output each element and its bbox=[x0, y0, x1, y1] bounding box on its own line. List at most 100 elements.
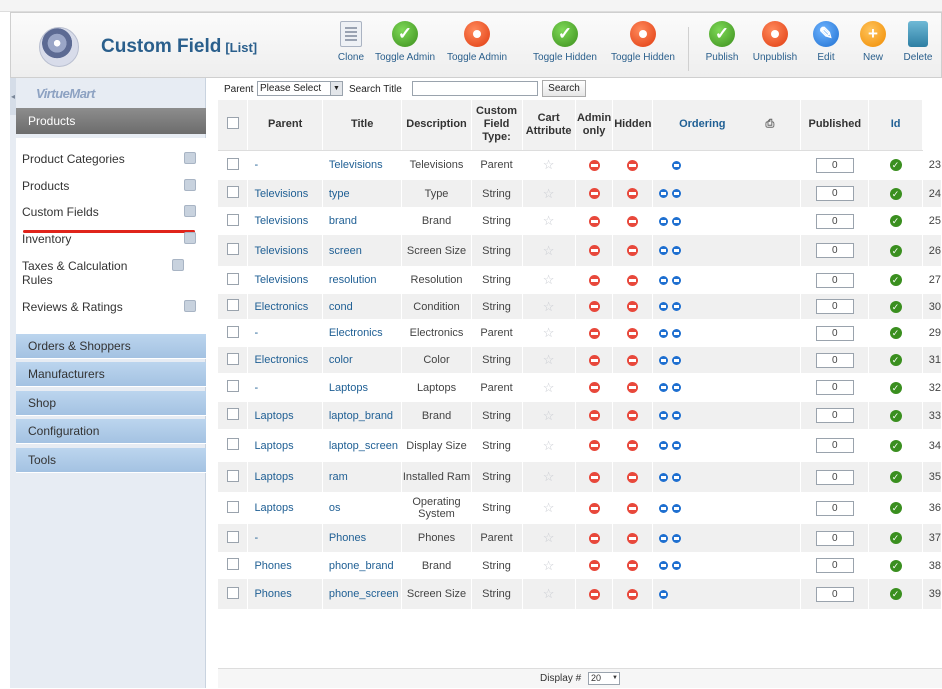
title-link[interactable]: laptop_brand bbox=[329, 410, 393, 422]
toggle-hidden-off-button[interactable]: Toggle Hidden bbox=[609, 21, 677, 75]
header-ordering[interactable]: Ordering ⎙ bbox=[652, 100, 802, 151]
title-link[interactable]: phone_brand bbox=[329, 560, 394, 572]
save-order-icon[interactable]: ⎙ bbox=[766, 118, 775, 130]
move-down-icon[interactable] bbox=[672, 503, 682, 513]
sidebar-item-taxes[interactable]: Taxes & Calculation Rules bbox=[22, 259, 152, 287]
ordering-input[interactable]: 0 bbox=[815, 243, 854, 258]
published-check-icon[interactable]: ✓ bbox=[889, 187, 902, 200]
table-row[interactable]: Phones phone_screen Screen Size String ☆ 0 ✓ 39 bbox=[218, 579, 942, 609]
parent-select[interactable]: Please Select ▼ bbox=[257, 81, 343, 96]
no-entry-icon[interactable] bbox=[588, 245, 600, 257]
table-row[interactable]: Laptops laptop_brand Brand String ☆ 0 ✓ 33 bbox=[218, 402, 942, 429]
move-up-icon[interactable] bbox=[659, 533, 669, 543]
table-row[interactable]: Laptops ram Installed Ram String ☆ 0 ✓ 35 bbox=[218, 462, 942, 492]
new-button[interactable]: + New bbox=[858, 21, 888, 75]
star-icon[interactable]: ☆ bbox=[543, 213, 555, 228]
title-link[interactable]: os bbox=[329, 502, 341, 514]
header-cart-attribute[interactable]: Cart Attribute bbox=[522, 100, 576, 151]
published-check-icon[interactable]: ✓ bbox=[889, 215, 902, 227]
parent-link[interactable]: Televisions bbox=[254, 215, 308, 227]
move-up-icon[interactable] bbox=[659, 302, 669, 312]
move-up-icon[interactable] bbox=[659, 411, 669, 421]
no-entry-icon[interactable] bbox=[627, 410, 639, 422]
toggle-admin-off-button[interactable]: Toggle Admin bbox=[447, 21, 507, 75]
parent-link[interactable]: - bbox=[254, 382, 258, 394]
sidebar-section-products[interactable]: Products bbox=[16, 108, 206, 134]
header-hidden[interactable]: Hidden bbox=[612, 100, 654, 151]
no-entry-icon[interactable] bbox=[588, 301, 600, 313]
row-checkbox[interactable] bbox=[226, 530, 239, 543]
move-down-icon[interactable] bbox=[672, 383, 682, 393]
move-up-icon[interactable] bbox=[659, 441, 669, 451]
title-link[interactable]: color bbox=[329, 354, 353, 366]
header-title[interactable]: Title bbox=[322, 100, 403, 151]
parent-link[interactable]: Phones bbox=[254, 560, 291, 572]
title-link[interactable]: laptop_screen bbox=[329, 440, 398, 452]
no-entry-icon[interactable] bbox=[588, 471, 600, 483]
star-icon[interactable]: ☆ bbox=[543, 558, 555, 573]
sidebar-item-product-categories[interactable]: Product Categories bbox=[22, 152, 202, 166]
move-up-icon[interactable] bbox=[659, 189, 669, 199]
sidebar-item-custom-fields[interactable]: Custom Fields bbox=[22, 205, 202, 219]
no-entry-icon[interactable] bbox=[588, 410, 600, 422]
display-count-select[interactable]: 20 bbox=[587, 671, 620, 685]
sidebar-section-orders[interactable]: Orders & Shoppers bbox=[16, 334, 206, 359]
edit-button[interactable]: ✎ Edit bbox=[812, 21, 840, 75]
no-entry-icon[interactable] bbox=[627, 354, 639, 366]
star-icon[interactable]: ☆ bbox=[543, 586, 555, 601]
delete-button[interactable]: Delete bbox=[898, 21, 938, 75]
move-down-icon[interactable] bbox=[672, 160, 682, 170]
published-check-icon[interactable]: ✓ bbox=[889, 159, 902, 172]
no-entry-icon[interactable] bbox=[588, 274, 600, 286]
published-check-icon[interactable]: ✓ bbox=[889, 354, 902, 366]
parent-link[interactable]: Electronics bbox=[254, 354, 308, 366]
published-check-icon[interactable]: ✓ bbox=[889, 300, 902, 313]
parent-link[interactable]: - bbox=[254, 327, 258, 339]
no-entry-icon[interactable] bbox=[588, 502, 600, 514]
toggle-hidden-on-button[interactable]: ✓ Toggle Hidden bbox=[531, 21, 599, 75]
ordering-input[interactable]: 0 bbox=[815, 186, 854, 201]
parent-link[interactable]: Laptops bbox=[254, 502, 293, 514]
no-entry-icon[interactable] bbox=[627, 560, 639, 572]
table-row[interactable]: - Electronics Electronics Parent ☆ 0 ✓ 29 bbox=[218, 319, 942, 347]
star-icon[interactable]: ☆ bbox=[543, 438, 555, 453]
sidebar-item-reviews[interactable]: Reviews & Ratings bbox=[22, 300, 202, 314]
no-entry-icon[interactable] bbox=[627, 159, 639, 171]
clone-button[interactable]: Clone bbox=[333, 21, 369, 75]
header-custom-field-type[interactable]: Custom Field Type: bbox=[471, 100, 523, 151]
row-checkbox[interactable] bbox=[226, 352, 239, 365]
published-check-icon[interactable]: ✓ bbox=[889, 244, 902, 257]
move-up-icon[interactable] bbox=[659, 328, 669, 338]
move-up-icon[interactable] bbox=[659, 355, 669, 365]
ordering-input[interactable]: 0 bbox=[815, 380, 854, 395]
table-row[interactable]: Televisions screen Screen Size String ☆ 0 ✓ 26 bbox=[218, 235, 942, 266]
move-down-icon[interactable] bbox=[672, 533, 682, 543]
row-checkbox[interactable] bbox=[226, 299, 239, 311]
title-link[interactable]: cond bbox=[329, 301, 353, 313]
ordering-input[interactable]: 0 bbox=[815, 469, 854, 485]
no-entry-icon[interactable] bbox=[627, 301, 639, 313]
move-down-icon[interactable] bbox=[672, 411, 682, 421]
toggle-admin-on-button[interactable]: ✓ Toggle Admin bbox=[375, 21, 435, 75]
row-checkbox[interactable] bbox=[226, 243, 239, 255]
no-entry-icon[interactable] bbox=[627, 327, 639, 339]
row-checkbox[interactable] bbox=[226, 469, 239, 482]
star-icon[interactable]: ☆ bbox=[543, 186, 555, 201]
table-row[interactable]: Televisions type Type String ☆ 0 ✓ 24 bbox=[218, 180, 942, 207]
table-row[interactable]: Phones phone_brand Brand String ☆ 0 ✓ 38 bbox=[218, 552, 942, 579]
star-icon[interactable]: ☆ bbox=[543, 352, 555, 367]
no-entry-icon[interactable] bbox=[588, 215, 600, 227]
row-checkbox[interactable] bbox=[226, 186, 239, 198]
published-check-icon[interactable]: ✓ bbox=[889, 471, 902, 483]
no-entry-icon[interactable] bbox=[627, 532, 639, 544]
star-icon[interactable]: ☆ bbox=[543, 157, 555, 172]
title-link[interactable]: Laptops bbox=[329, 382, 368, 394]
ordering-input[interactable]: 0 bbox=[815, 586, 854, 602]
published-check-icon[interactable]: ✓ bbox=[889, 274, 902, 286]
row-checkbox[interactable] bbox=[226, 438, 239, 450]
row-checkbox[interactable] bbox=[226, 213, 239, 226]
move-up-icon[interactable] bbox=[659, 275, 669, 285]
no-entry-icon[interactable] bbox=[627, 274, 639, 286]
title-link[interactable]: Phones bbox=[329, 532, 366, 544]
header-id[interactable]: Id bbox=[868, 100, 923, 151]
